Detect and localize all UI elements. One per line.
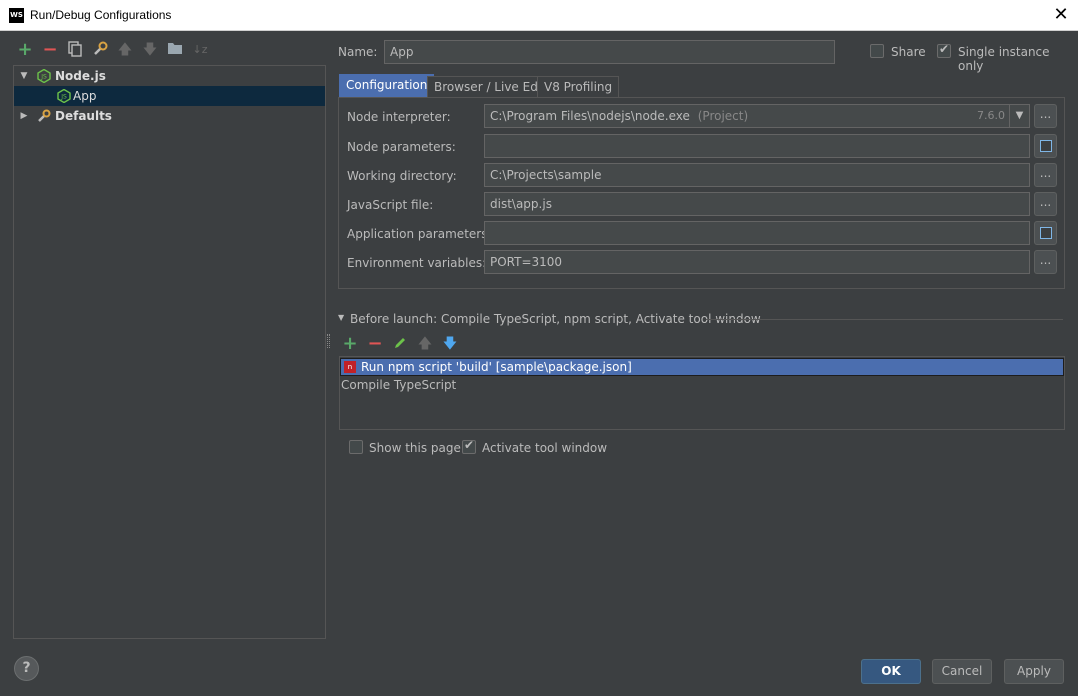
tree-item-nodejs[interactable]: ▼ JS Node.js bbox=[14, 66, 325, 86]
activate-tool-window-label: Activate tool window bbox=[482, 441, 608, 455]
collapse-arrow-icon[interactable]: ▼ bbox=[338, 313, 344, 322]
tab-configuration[interactable]: Configuration bbox=[339, 74, 435, 97]
ok-button[interactable]: OK bbox=[861, 659, 921, 684]
environment-variables-input[interactable]: PORT=3100 bbox=[484, 250, 1030, 274]
nodejs-icon: JS bbox=[37, 68, 51, 84]
add-task-button[interactable]: + bbox=[342, 335, 358, 353]
remove-task-button[interactable]: − bbox=[367, 335, 383, 353]
pencil-icon[interactable] bbox=[392, 336, 408, 352]
arrow-down-icon[interactable]: 🡇 bbox=[442, 336, 458, 352]
divider bbox=[706, 319, 1063, 320]
node-parameters-label: Node parameters: bbox=[347, 140, 456, 154]
show-page-label: Show this page bbox=[369, 441, 461, 455]
window-title: Run/Debug Configurations bbox=[30, 8, 172, 22]
wrench-icon bbox=[37, 109, 51, 123]
single-instance-label: Single instance only bbox=[958, 45, 1050, 73]
collapse-arrow-icon[interactable]: ▶ bbox=[18, 106, 30, 126]
name-input[interactable]: App bbox=[384, 40, 835, 64]
before-launch-title: Before launch: Compile TypeScript, npm s… bbox=[350, 312, 761, 326]
tab-browser-live-edit[interactable]: Browser / Live Edit bbox=[427, 76, 553, 97]
name-label: Name: bbox=[338, 45, 378, 59]
node-parameters-input[interactable] bbox=[484, 134, 1030, 158]
node-interpreter-label: Node interpreter: bbox=[347, 110, 451, 124]
tree-item-app[interactable]: JS App bbox=[14, 86, 325, 106]
browse-interpreter-button[interactable]: ... bbox=[1034, 104, 1057, 128]
configuration-tree[interactable]: ▼ JS Node.js JS App ▶ Defaults bbox=[13, 65, 326, 639]
chevron-down-icon[interactable]: ▼ bbox=[1010, 104, 1030, 128]
working-directory-label: Working directory: bbox=[347, 169, 457, 183]
javascript-file-label: JavaScript file: bbox=[347, 198, 434, 212]
before-launch-list[interactable]: n Run npm script 'build' [sample\package… bbox=[339, 356, 1065, 430]
share-checkbox[interactable] bbox=[870, 44, 884, 58]
single-instance-checkbox[interactable] bbox=[937, 42, 951, 58]
expand-field-icon bbox=[1040, 140, 1052, 152]
expand-application-parameters-button[interactable] bbox=[1034, 221, 1057, 245]
expand-field-icon bbox=[1040, 227, 1052, 239]
environment-variables-label: Environment variables: bbox=[347, 256, 487, 270]
svg-text:JS: JS bbox=[60, 94, 67, 101]
sort-icon[interactable]: ↓z bbox=[191, 41, 209, 59]
list-item[interactable]: n Run npm script 'build' [sample\package… bbox=[340, 358, 1064, 376]
node-interpreter-hint: (Project) bbox=[697, 109, 749, 123]
application-parameters-input[interactable] bbox=[484, 221, 1030, 245]
svg-text:JS: JS bbox=[40, 74, 47, 81]
title-bar: WS Run/Debug Configurations ✕ bbox=[0, 0, 1078, 31]
arrow-down-icon[interactable]: 🡇 bbox=[141, 41, 159, 59]
application-parameters-label: Application parameters: bbox=[347, 227, 492, 241]
webstorm-logo-icon: WS bbox=[9, 8, 24, 23]
list-item-label: Compile TypeScript bbox=[341, 378, 457, 392]
javascript-file-input[interactable]: dist\app.js bbox=[484, 192, 1030, 216]
splitter-handle[interactable] bbox=[327, 334, 330, 348]
remove-configuration-button[interactable]: − bbox=[41, 41, 59, 59]
arrow-up-icon[interactable]: 🡅 bbox=[116, 41, 134, 59]
add-configuration-button[interactable]: + bbox=[16, 41, 34, 59]
share-label: Share bbox=[891, 45, 926, 59]
arrow-up-icon[interactable]: 🡅 bbox=[417, 336, 433, 352]
node-version: 7.6.0 bbox=[977, 109, 1005, 122]
list-item-label: Run npm script 'build' [sample\package.j… bbox=[361, 360, 632, 374]
browse-javascript-file-button[interactable]: ... bbox=[1034, 192, 1057, 216]
tree-item-defaults[interactable]: ▶ Defaults bbox=[14, 106, 325, 126]
apply-button[interactable]: Apply bbox=[1004, 659, 1064, 684]
show-page-checkbox[interactable] bbox=[349, 440, 363, 454]
help-button[interactable]: ? bbox=[14, 656, 39, 681]
list-item[interactable]: Compile TypeScript bbox=[340, 377, 1064, 395]
wrench-icon[interactable] bbox=[91, 41, 109, 59]
node-interpreter-select[interactable]: C:\Program Files\nodejs\node.exe (Projec… bbox=[484, 104, 1010, 128]
close-window-button[interactable]: ✕ bbox=[1048, 3, 1074, 27]
tree-item-label: Defaults bbox=[55, 109, 112, 123]
expand-node-parameters-button[interactable] bbox=[1034, 134, 1057, 158]
browse-working-directory-button[interactable]: ... bbox=[1034, 163, 1057, 187]
expand-arrow-icon[interactable]: ▼ bbox=[18, 66, 30, 86]
tree-item-label: Node.js bbox=[55, 69, 106, 83]
npm-icon: n bbox=[344, 361, 356, 373]
node-interpreter-value: C:\Program Files\nodejs\node.exe bbox=[490, 109, 690, 123]
activate-tool-window-checkbox[interactable] bbox=[462, 438, 476, 454]
working-directory-input[interactable]: C:\Projects\sample bbox=[484, 163, 1030, 187]
copy-icon[interactable] bbox=[66, 41, 84, 59]
tab-v8-profiling[interactable]: V8 Profiling bbox=[537, 76, 620, 97]
cancel-button[interactable]: Cancel bbox=[932, 659, 992, 684]
nodejs-icon: JS bbox=[57, 88, 71, 104]
folder-icon[interactable] bbox=[166, 41, 184, 59]
edit-environment-variables-button[interactable]: ... bbox=[1034, 250, 1057, 274]
tree-item-label: App bbox=[73, 89, 97, 103]
